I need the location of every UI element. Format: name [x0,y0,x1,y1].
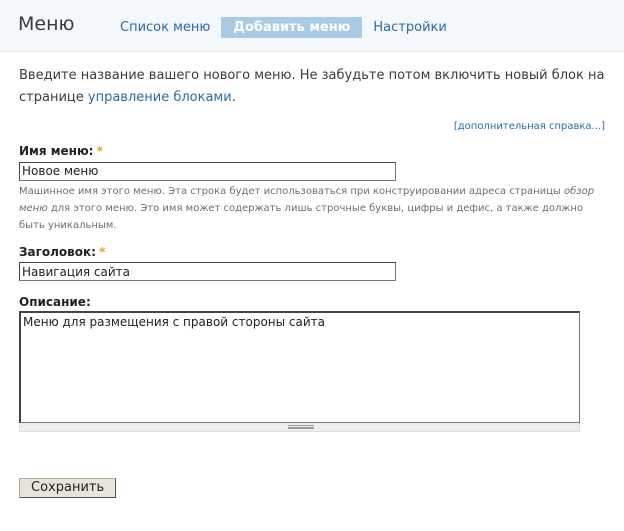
tab-menu-list[interactable]: Список меню [110,17,220,38]
description-label: Описание: [19,295,91,309]
description-textarea-wrapper: Меню для размещения с правой стороны сай… [19,311,580,432]
menu-name-label: Имя меню: * [19,144,605,158]
menu-name-desc-part1: Машинное имя этого меню. Эта строка буде… [19,185,564,197]
description-textarea[interactable]: Меню для размещения с правой стороны сай… [19,311,580,423]
more-help-link[interactable]: [дополнительная справка...] [454,121,605,132]
main-content: Введите название вашего нового меню. Не … [0,65,624,498]
title-label: Заголовок: * [19,245,605,259]
title-label-text: Заголовок: [19,244,96,259]
required-mark: * [96,144,103,158]
intro-text: Введите название вашего нового меню. Не … [19,65,605,109]
page-title: Меню [18,13,75,35]
menu-name-label-text: Имя меню: [19,144,94,158]
help-container: [дополнительная справка...] [19,121,605,132]
menu-name-desc-part2: для этого меню. Это имя может содержать … [19,202,584,231]
description-field-group: Описание: Меню для размещения с правой с… [19,295,605,432]
menu-name-description: Машинное имя этого меню. Эта строка буде… [19,183,599,234]
title-field-group: Заголовок: * [19,245,605,281]
menu-name-field-group: Имя меню:* Машинное имя этого меню. Эта … [19,144,605,234]
intro-text-after: . [231,90,236,105]
tab-settings[interactable]: Настройки [363,17,456,38]
menu-name-input[interactable] [19,161,396,181]
page-header: Меню Список меню Добавить меню Настройки [0,0,624,52]
tabs: Список меню Добавить меню Настройки [110,17,458,38]
grip-lines-icon [288,425,314,429]
blocks-management-link[interactable]: управление блоками [88,90,232,105]
save-button[interactable]: Сохранить [19,478,117,498]
title-input[interactable] [19,262,396,281]
required-mark: * [98,244,106,259]
tab-add-menu[interactable]: Добавить меню [221,17,363,38]
textarea-resize-grip[interactable] [19,423,580,432]
